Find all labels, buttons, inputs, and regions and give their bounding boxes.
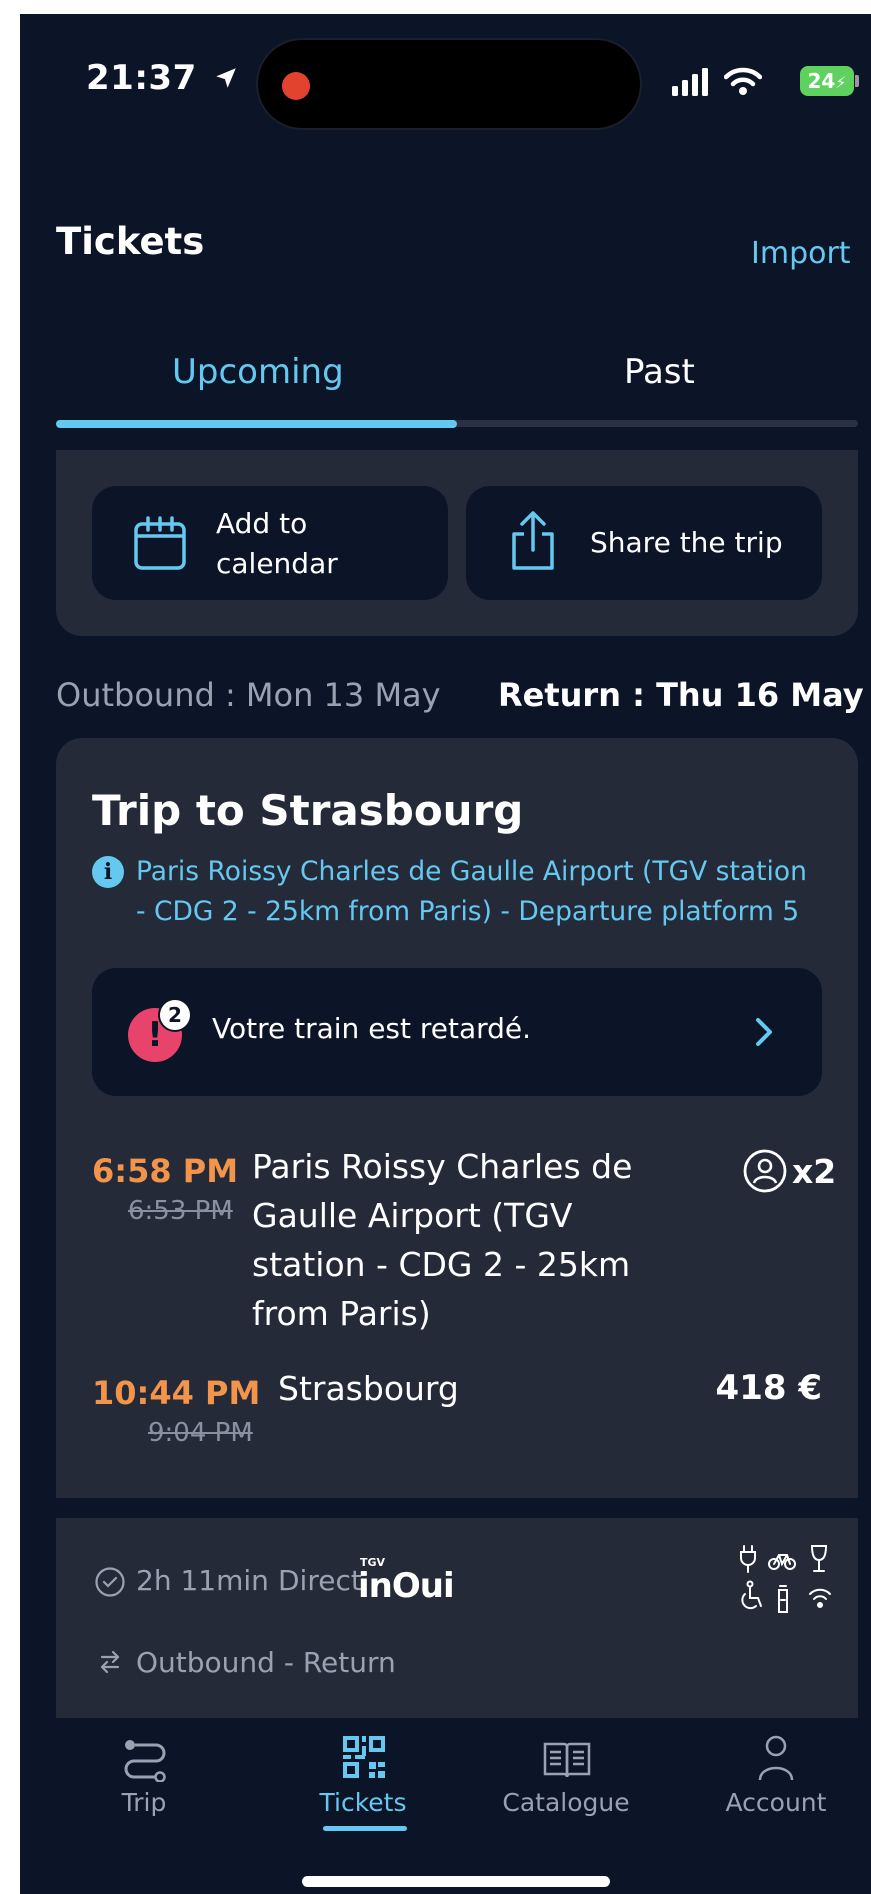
arrival-time: 10:44 PM — [92, 1374, 261, 1412]
route-icon — [124, 1740, 166, 1782]
passenger-icon — [743, 1149, 787, 1193]
passenger-count-value: x2 — [792, 1152, 837, 1191]
delay-alert[interactable]: ! 2 Votre train est retardé. — [92, 968, 822, 1096]
info-icon: i — [92, 856, 124, 888]
app-screen: 21:37 24⚡ Tickets Import Upcoming Past A… — [20, 14, 871, 1894]
trip-title: Trip to Strasbourg — [92, 786, 524, 835]
nav-catalogue-label: Catalogue — [502, 1788, 630, 1817]
battery-cap — [855, 75, 859, 87]
location-arrow-icon — [216, 68, 236, 88]
share-trip-button[interactable]: Share the trip — [466, 486, 822, 600]
departure-time: 6:58 PM — [92, 1152, 239, 1190]
recording-indicator — [282, 72, 310, 100]
trip-direction: Outbound - Return — [136, 1646, 396, 1679]
nav-trip-label: Trip — [121, 1788, 167, 1817]
trip-duration: 2h 11min — [136, 1564, 269, 1597]
status-time: 21:37 — [86, 58, 239, 98]
swap-arrows-icon — [100, 1650, 120, 1674]
share-label: Share the trip — [590, 526, 783, 559]
calendar-icon — [134, 516, 186, 570]
nav-account-label: Account — [725, 1788, 827, 1817]
departure-scheduled-time: 6:53 PM — [128, 1196, 233, 1226]
amenities-icons — [740, 1545, 831, 1613]
battery-indicator: 24⚡ — [800, 66, 854, 96]
qr-code-icon — [343, 1736, 385, 1778]
wifi-icon — [724, 67, 762, 95]
add-to-calendar-button[interactable]: Add to calendar — [92, 486, 448, 600]
arrival-scheduled-time: 9:04 PM — [148, 1418, 253, 1448]
tab-indicator — [56, 420, 457, 428]
signal-icon — [672, 68, 708, 96]
trip-type: Direct — [278, 1564, 362, 1597]
tab-upcoming[interactable]: Upcoming — [172, 352, 344, 392]
alert-count-badge: 2 — [158, 998, 192, 1032]
arrival-station: Strasbourg — [278, 1369, 459, 1408]
dynamic-island — [256, 38, 642, 130]
outbound-date[interactable]: Outbound : Mon 13 May — [56, 676, 441, 714]
departure-info-text: Paris Roissy Charles de Gaulle Airport (… — [136, 856, 807, 927]
page-title: Tickets — [56, 220, 205, 263]
person-icon — [758, 1735, 794, 1781]
ticket-price: 418 € — [715, 1368, 822, 1408]
tab-past[interactable]: Past — [624, 352, 695, 392]
share-icon — [512, 511, 554, 570]
alert-text: Votre train est retardé. — [212, 1012, 532, 1045]
nav-active-indicator — [323, 1826, 407, 1831]
chevron-right-icon — [756, 1018, 772, 1046]
return-date[interactable]: Return : Thu 16 May — [498, 676, 864, 714]
nav-tickets-label: Tickets — [319, 1788, 407, 1817]
import-button[interactable]: Import — [751, 236, 871, 271]
action-panel: Add to calendar Share the trip — [56, 450, 858, 636]
trip-card[interactable]: Trip to Strasbourg i Paris Roissy Charle… — [56, 738, 858, 1498]
book-icon — [543, 1742, 591, 1778]
calendar-label: Add to calendar — [216, 507, 338, 580]
trip-details-footer: 2h 11min Direct TGV inOui Outbound - Ret… — [56, 1518, 858, 1718]
departure-station: Paris Roissy Charles de Gaulle Airport (… — [252, 1147, 633, 1333]
clock-icon — [95, 1567, 125, 1597]
home-indicator[interactable] — [302, 1876, 610, 1887]
